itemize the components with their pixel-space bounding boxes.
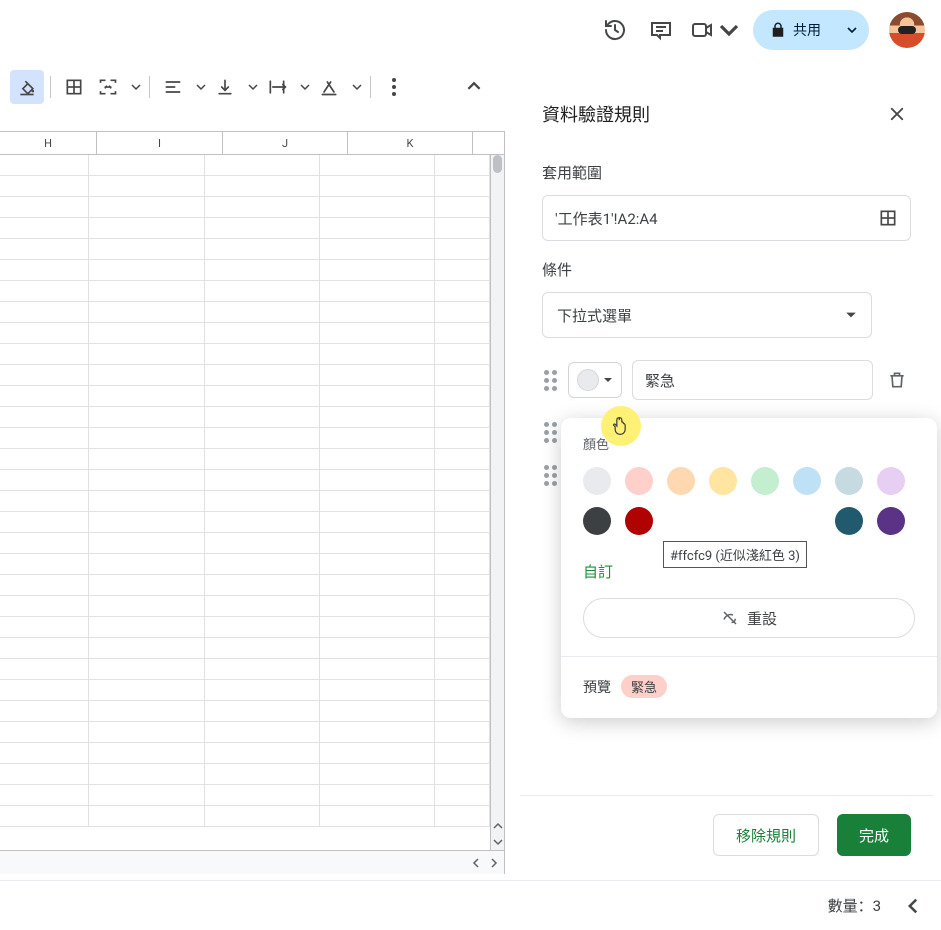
color-swatch[interactable] [835, 467, 863, 495]
select-range-icon[interactable] [878, 208, 898, 228]
color-swatch[interactable] [793, 467, 821, 495]
cursor-highlight [601, 406, 641, 446]
share-dropdown[interactable] [835, 10, 869, 50]
vertical-align-button[interactable] [208, 70, 260, 104]
col-header[interactable]: I [97, 132, 223, 154]
col-header[interactable] [473, 132, 504, 154]
rotate-button[interactable] [312, 70, 364, 104]
color-tooltip: #ffcfc9 (近似淺紅色 3) [663, 541, 807, 568]
delete-option-button[interactable] [883, 366, 911, 394]
option-row [542, 360, 911, 400]
condition-value: 下拉式選單 [557, 305, 632, 326]
custom-color-button[interactable]: 自訂 [583, 561, 613, 582]
fill-color-button[interactable] [10, 70, 44, 104]
panel-title: 資料驗證規則 [542, 101, 650, 127]
color-swatch[interactable] [835, 507, 863, 535]
reset-label: 重設 [747, 608, 777, 629]
avatar[interactable] [889, 12, 925, 48]
condition-select[interactable]: 下拉式選單 [542, 292, 872, 338]
drag-handle-icon[interactable] [542, 370, 558, 391]
col-header[interactable]: H [0, 132, 97, 154]
apply-range-input[interactable] [555, 209, 878, 227]
drag-handle-icon[interactable] [542, 422, 558, 443]
merge-button[interactable] [91, 70, 143, 104]
condition-label: 條件 [542, 259, 911, 280]
col-header[interactable]: K [348, 132, 473, 154]
meet-icon[interactable] [687, 10, 717, 50]
vertical-scrollbar[interactable] [490, 155, 504, 850]
color-swatch[interactable] [667, 467, 695, 495]
scroll-right-button[interactable] [486, 855, 502, 871]
share-button[interactable]: 共用 [753, 10, 869, 50]
color-swatch[interactable] [877, 467, 905, 495]
more-button[interactable] [377, 70, 411, 104]
close-panel-button[interactable] [883, 100, 911, 128]
color-swatch[interactable] [583, 467, 611, 495]
status-bar: 數量：3 [0, 880, 941, 930]
history-icon[interactable] [595, 10, 635, 50]
reset-color-button[interactable]: 重設 [583, 598, 915, 638]
preview-label: 預覽 [583, 677, 611, 697]
collapse-toolbar-button[interactable] [459, 71, 489, 101]
option-color-chip[interactable] [568, 362, 622, 398]
chevron-left-icon[interactable] [905, 898, 921, 914]
apply-range-label: 套用範圍 [542, 162, 911, 183]
color-swatch[interactable] [751, 467, 779, 495]
scroll-down-button[interactable] [490, 834, 506, 850]
color-swatch[interactable] [625, 467, 653, 495]
count-text: 數量：3 [828, 895, 881, 916]
horizontal-align-button[interactable] [156, 70, 208, 104]
option-value-input[interactable] [632, 360, 873, 400]
share-label: 共用 [793, 20, 821, 40]
scroll-up-button[interactable] [490, 818, 506, 834]
color-swatch[interactable] [583, 507, 611, 535]
col-header[interactable]: J [223, 132, 348, 154]
color-swatch[interactable] [625, 507, 653, 535]
color-row-1 [583, 467, 915, 495]
color-row-2: #ffcfc9 (近似淺紅色 3) [583, 507, 915, 535]
color-swatch[interactable] [709, 467, 737, 495]
remove-rule-button[interactable]: 移除規則 [713, 814, 819, 856]
borders-button[interactable] [57, 70, 91, 104]
color-swatch[interactable] [877, 507, 905, 535]
preview-chip: 緊急 [621, 675, 667, 698]
scroll-left-button[interactable] [468, 855, 484, 871]
wrap-button[interactable] [260, 70, 312, 104]
comment-icon[interactable] [641, 10, 681, 50]
drag-handle-icon[interactable] [542, 465, 558, 486]
color-popover: 顏色 #ffcfc9 (近似淺紅色 3) 自訂 重設 預覽 緊急 [561, 418, 937, 718]
toolbar [0, 60, 505, 114]
data-validation-panel: 資料驗證規則 套用範圍 條件 下拉式選單 [520, 80, 933, 874]
done-button[interactable]: 完成 [837, 814, 911, 856]
meet-dropdown-caret[interactable] [719, 10, 739, 50]
spreadsheet-area[interactable]: H I J K [0, 131, 505, 874]
column-headers: H I J K [0, 131, 504, 155]
